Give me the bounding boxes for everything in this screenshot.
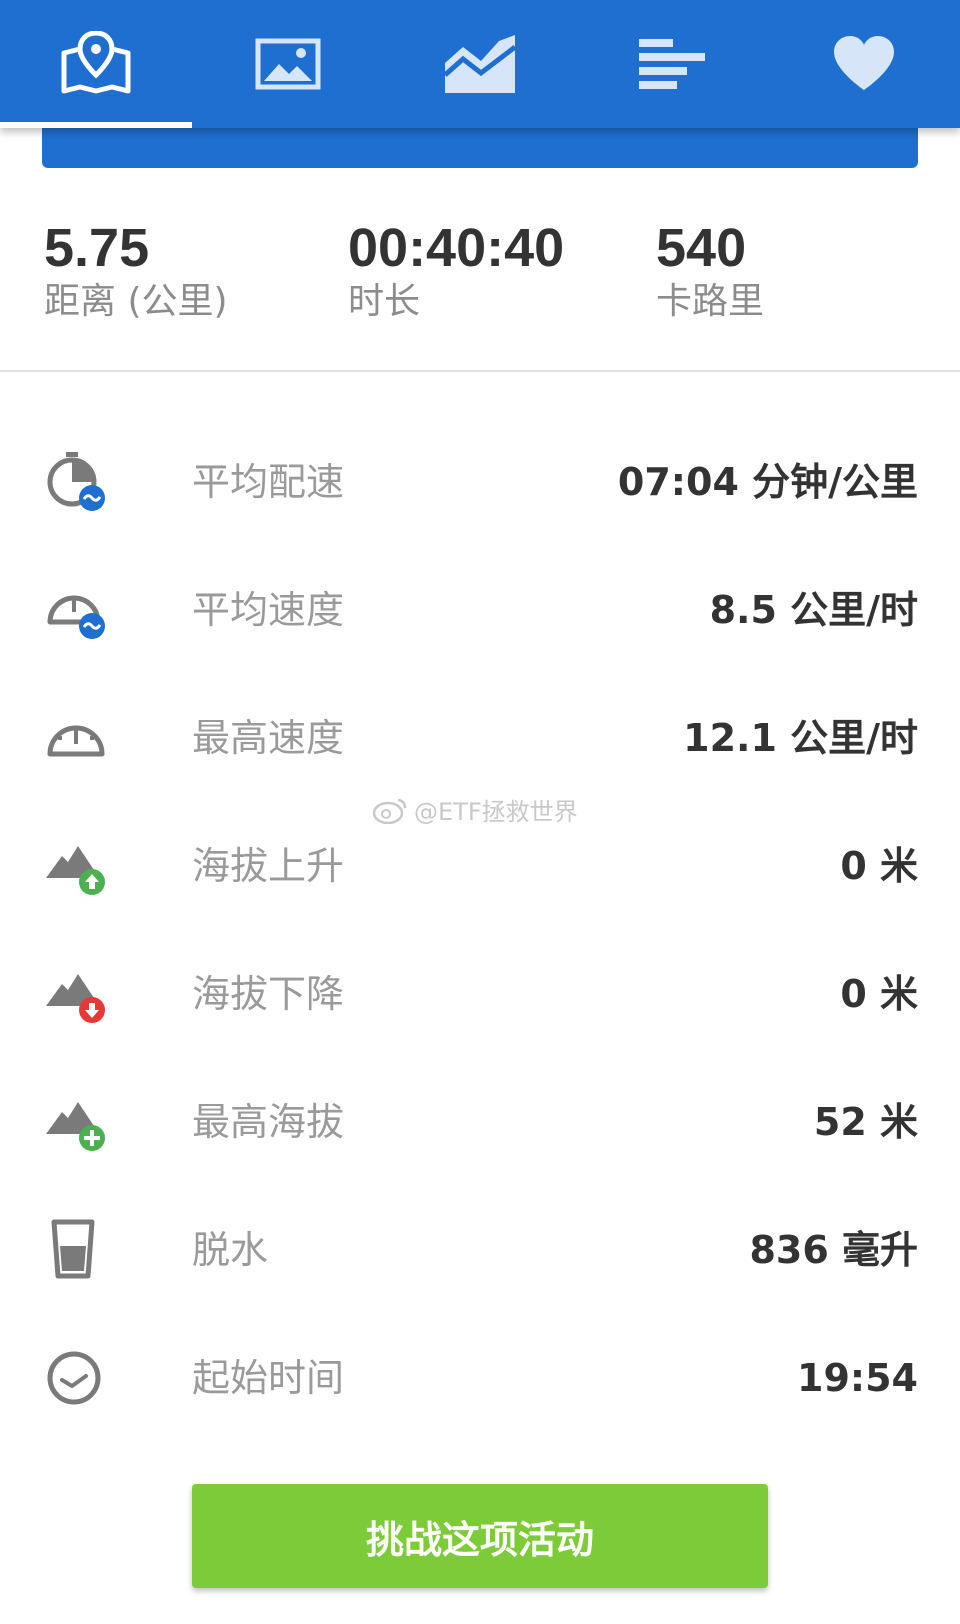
stat-row-elevation-loss: 海拔下降 0 米 xyxy=(0,930,960,1058)
stat-row-avg-pace: 平均配速 07:04 分钟/公里 xyxy=(0,418,960,546)
max-elevation-icon xyxy=(46,1102,105,1151)
elevation-loss-icon xyxy=(46,974,105,1023)
duration-summary: 00:40:40 时长 xyxy=(348,218,564,324)
stat-value: 0 米 xyxy=(840,972,918,1016)
stat-value: 836 毫升 xyxy=(749,1228,918,1272)
chart-icon xyxy=(443,35,517,93)
start-time-icon xyxy=(47,1351,101,1405)
stat-label: 海拔上升 xyxy=(192,844,345,888)
stat-value: 0 米 xyxy=(840,844,918,888)
stat-row-start-time: 起始时间 19:54 xyxy=(0,1314,960,1442)
distance-label: 距离 (公里) xyxy=(44,281,228,322)
active-tab-indicator xyxy=(0,122,192,128)
stat-label: 最高海拔 xyxy=(192,1100,345,1144)
stat-value: 52 米 xyxy=(813,1100,918,1144)
duration-label: 时长 xyxy=(348,281,421,322)
tab-splits[interactable] xyxy=(576,0,768,128)
stat-value: 07:04 分钟/公里 xyxy=(617,460,918,504)
activity-summary: 5.75 距离 (公里) 00:40:40 时长 540 卡路里 xyxy=(0,218,960,338)
duration-value: 00:40:40 xyxy=(348,218,565,278)
watermark: @ETF拯救世界 xyxy=(372,792,578,827)
stat-label: 起始时间 xyxy=(192,1356,345,1400)
stats-list: 平均配速 07:04 分钟/公里 平均速度 8.5 公里/时 最高速度 12.1… xyxy=(0,418,960,1442)
tab-charts[interactable] xyxy=(384,0,576,128)
heart-icon xyxy=(834,36,894,90)
elevation-gain-icon xyxy=(46,846,105,895)
tab-map[interactable] xyxy=(0,0,192,128)
stat-row-max-speed: 最高速度 12.1 公里/时 xyxy=(0,674,960,802)
stat-value: 19:54 xyxy=(797,1356,918,1400)
tab-photos[interactable] xyxy=(192,0,384,128)
weibo-icon xyxy=(372,798,407,824)
stat-value: 12.1 公里/时 xyxy=(683,716,918,760)
stat-value: 8.5 公里/时 xyxy=(709,588,918,632)
stat-row-avg-speed: 平均速度 8.5 公里/时 xyxy=(0,546,960,674)
max-speed-icon xyxy=(47,725,105,757)
top-tab-bar xyxy=(0,0,960,128)
calories-value: 540 xyxy=(656,218,747,278)
distance-summary: 5.75 距离 (公里) xyxy=(44,218,228,324)
distance-value: 5.75 xyxy=(44,218,150,278)
calories-label: 卡路里 xyxy=(656,281,765,322)
stat-row-max-elevation: 最高海拔 52 米 xyxy=(0,1058,960,1186)
stat-label: 平均配速 xyxy=(192,460,345,504)
splits-icon xyxy=(639,39,705,89)
stat-label: 平均速度 xyxy=(192,588,345,632)
watermark-text: @ETF拯救世界 xyxy=(414,798,578,826)
photo-icon xyxy=(255,38,321,90)
challenge-activity-button[interactable]: 挑战这项活动 xyxy=(192,1484,768,1588)
tab-heart-rate[interactable] xyxy=(768,0,960,128)
map-pin-icon xyxy=(61,31,131,94)
avg-speed-icon xyxy=(47,595,105,639)
divider xyxy=(0,370,960,372)
avg-pace-icon xyxy=(47,452,105,511)
stat-label: 最高速度 xyxy=(192,716,345,760)
stat-label: 海拔下降 xyxy=(192,972,345,1016)
stat-label: 脱水 xyxy=(192,1228,269,1272)
calories-summary: 540 卡路里 xyxy=(656,218,764,324)
stat-row-dehydration: 脱水 836 毫升 xyxy=(0,1186,960,1314)
dehydration-icon xyxy=(51,1219,95,1279)
